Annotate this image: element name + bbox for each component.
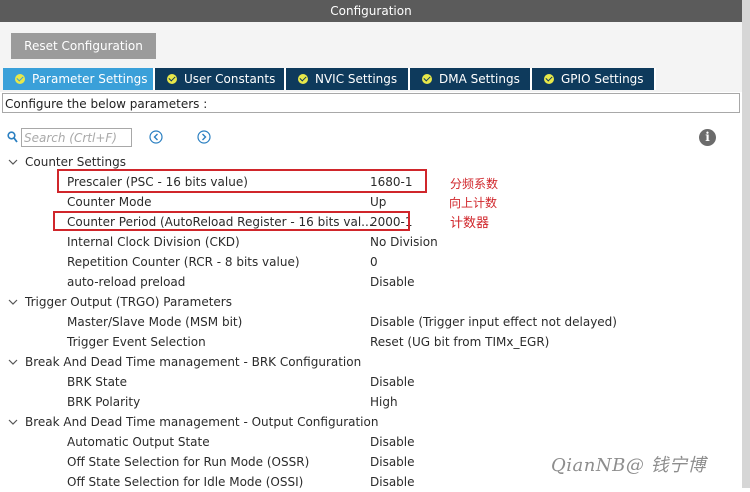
param-row-clock-division[interactable]: Internal Clock Division (CKD) No Divisio… — [0, 232, 742, 252]
chevron-down-icon[interactable] — [8, 159, 18, 165]
check-circle-icon — [544, 74, 554, 84]
arrow-right-circle-icon[interactable] — [197, 130, 211, 144]
param-value[interactable]: Disable — [370, 452, 415, 472]
tab-user-constants[interactable]: User Constants — [155, 68, 286, 90]
highlight-box-prescaler — [57, 169, 427, 193]
param-name: Off State Selection for Run Mode (OSSR) — [67, 455, 310, 469]
param-row-brk-polarity[interactable]: BRK Polarity High — [0, 392, 742, 412]
check-circle-icon — [298, 74, 308, 84]
tab-label: User Constants — [184, 72, 276, 86]
tab-label: Parameter Settings — [32, 72, 148, 86]
watermark: QianNB@ 钱宁博 — [551, 455, 707, 476]
annotation-prescaler: 分频系数 — [450, 177, 499, 191]
group-title: Trigger Output (TRGO) Parameters — [25, 295, 232, 309]
param-name: auto-reload preload — [67, 275, 186, 289]
param-row-brk-state[interactable]: BRK State Disable — [0, 372, 742, 392]
info-icon[interactable]: i — [699, 129, 716, 146]
param-row-trigger-event-selection[interactable]: Trigger Event Selection Reset (UG bit fr… — [0, 332, 742, 352]
annotation-counter: 计数器 — [450, 216, 490, 231]
param-name: Trigger Event Selection — [67, 335, 206, 349]
chevron-down-icon[interactable] — [8, 419, 18, 425]
param-value[interactable]: Disable (Trigger input effect not delaye… — [370, 312, 617, 332]
highlight-box-counter-period — [53, 211, 410, 231]
panel-edge — [742, 0, 750, 488]
arrow-left-circle-icon[interactable] — [149, 130, 163, 144]
param-name: Counter Mode — [67, 195, 152, 209]
param-name: Automatic Output State — [67, 435, 210, 449]
param-value[interactable]: Disable — [370, 472, 415, 492]
param-row-master-slave-mode[interactable]: Master/Slave Mode (MSM bit) Disable (Tri… — [0, 312, 742, 332]
group-brk-configuration[interactable]: Break And Dead Time management - BRK Con… — [0, 352, 742, 372]
configure-hint: Configure the below parameters : — [2, 93, 740, 113]
chevron-down-icon[interactable] — [8, 299, 18, 305]
check-circle-icon — [15, 74, 25, 84]
tab-parameter-settings[interactable]: Parameter Settings — [3, 68, 155, 90]
tab-label: NVIC Settings — [315, 72, 398, 86]
param-value[interactable]: High — [370, 392, 398, 412]
chevron-down-icon[interactable] — [8, 359, 18, 365]
param-value[interactable]: Disable — [370, 372, 415, 392]
annotation-count-up: 向上计数 — [449, 196, 498, 210]
tab-gpio-settings[interactable]: GPIO Settings — [532, 68, 656, 90]
reset-configuration-button[interactable]: Reset Configuration — [11, 33, 156, 59]
tab-label: DMA Settings — [439, 72, 520, 86]
group-title: Break And Dead Time management - BRK Con… — [25, 355, 362, 369]
param-name: BRK State — [67, 375, 128, 389]
param-value[interactable]: Disable — [370, 272, 415, 292]
param-row-repetition-counter[interactable]: Repetition Counter (RCR - 8 bits value) … — [0, 252, 742, 272]
param-name: Off State Selection for Idle Mode (OSSI) — [67, 475, 304, 489]
tab-dma-settings[interactable]: DMA Settings — [410, 68, 532, 90]
tab-label: GPIO Settings — [561, 72, 644, 86]
group-trigger-output[interactable]: Trigger Output (TRGO) Parameters — [0, 292, 742, 312]
window-title: Configuration — [0, 0, 742, 22]
param-value[interactable]: 0 — [370, 252, 378, 272]
check-circle-icon — [422, 74, 432, 84]
search-icon[interactable] — [7, 131, 18, 143]
param-value[interactable]: No Division — [370, 232, 438, 252]
param-row-counter-mode[interactable]: Counter Mode Up — [0, 192, 742, 212]
tab-bar: Parameter Settings User Constants NVIC S… — [3, 68, 656, 90]
group-output-configuration[interactable]: Break And Dead Time management - Output … — [0, 412, 742, 432]
param-name: Master/Slave Mode (MSM bit) — [67, 315, 243, 329]
param-row-auto-reload-preload[interactable]: auto-reload preload Disable — [0, 272, 742, 292]
param-name: Internal Clock Division (CKD) — [67, 235, 240, 249]
group-title: Break And Dead Time management - Output … — [25, 415, 379, 429]
check-circle-icon — [167, 74, 177, 84]
param-value[interactable]: Up — [370, 192, 386, 212]
param-name: BRK Polarity — [67, 395, 141, 409]
param-value[interactable]: Reset (UG bit from TIMx_EGR) — [370, 332, 549, 352]
param-name: Repetition Counter (RCR - 8 bits value) — [67, 255, 300, 269]
tab-nvic-settings[interactable]: NVIC Settings — [286, 68, 410, 90]
param-row-automatic-output-state[interactable]: Automatic Output State Disable — [0, 432, 742, 452]
param-value[interactable]: Disable — [370, 432, 415, 452]
search-input[interactable] — [21, 128, 132, 147]
